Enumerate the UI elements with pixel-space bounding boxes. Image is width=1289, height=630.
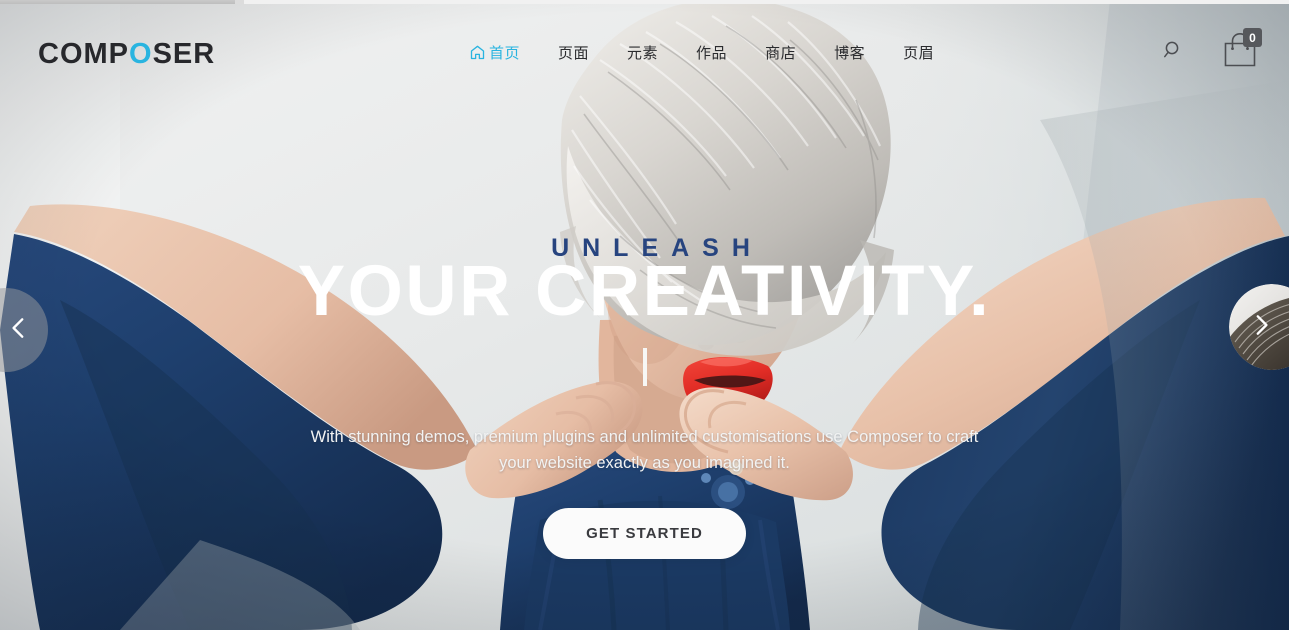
nav-item-elements[interactable]: 元素 — [608, 42, 677, 63]
header-tools: 0 — [1163, 28, 1262, 68]
chevron-right-icon — [1248, 312, 1274, 343]
nav-item-home-label: 首页 — [489, 45, 521, 62]
nav-item-elements-label: 元素 — [627, 45, 659, 62]
nav-item-portfolio[interactable]: 作品 — [677, 42, 746, 63]
logo-text-part1: COMP — [38, 38, 129, 70]
page-load-progress-bar — [0, 0, 1289, 4]
cart-count-badge: 0 — [1243, 28, 1262, 47]
nav-item-blog-label: 博客 — [834, 45, 866, 62]
home-icon — [470, 45, 485, 60]
hero-cta-wrapper: GET STARTED — [0, 507, 1289, 559]
chevron-left-icon — [6, 315, 32, 346]
nav-item-portfolio-label: 作品 — [696, 45, 728, 62]
nav-item-pages[interactable]: 页面 — [539, 42, 608, 63]
nav-item-pages-label: 页面 — [558, 45, 590, 62]
nav-item-blog[interactable]: 博客 — [815, 42, 884, 63]
search-icon[interactable] — [1163, 39, 1183, 61]
progress-knob — [235, 0, 244, 4]
nav-item-shop[interactable]: 商店 — [746, 42, 815, 63]
progress-fill — [0, 0, 243, 4]
nav-item-shop-label: 商店 — [765, 45, 797, 62]
nav-item-header-label: 页眉 — [903, 45, 935, 62]
logo-accent-letter: O — [129, 38, 153, 70]
page-stage: COMPOSER 首页 页面 元素 作品 商店 博客 页眉 0 UNLEASH … — [0, 0, 1289, 630]
nav-item-header[interactable]: 页眉 — [884, 42, 953, 63]
brand-logo[interactable]: COMPOSER — [38, 38, 215, 71]
get-started-button[interactable]: GET STARTED — [543, 507, 746, 559]
main-navigation: 首页 页面 元素 作品 商店 博客 页眉 — [470, 42, 953, 63]
logo-text-part2: SER — [152, 38, 216, 70]
shopping-bag-icon[interactable]: 0 — [1221, 28, 1262, 68]
nav-item-home[interactable]: 首页 — [470, 42, 539, 63]
site-header: COMPOSER 首页 页面 元素 作品 商店 博客 页眉 0 — [0, 4, 1289, 96]
slider-next-button[interactable] — [1229, 284, 1289, 370]
